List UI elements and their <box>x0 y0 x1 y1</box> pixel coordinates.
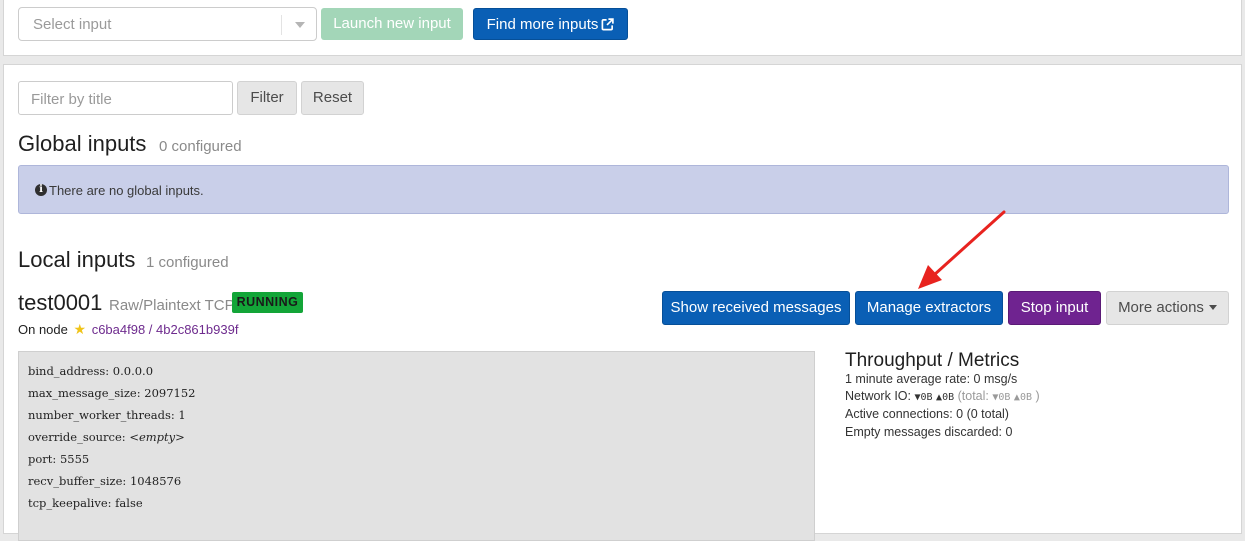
node-info: On node ★ c6ba4f98 / 4b2c861b939f <box>18 321 238 338</box>
find-more-inputs-label: Find more inputs <box>486 16 599 33</box>
config-value: false <box>115 496 143 510</box>
external-link-icon <box>601 11 615 43</box>
config-value: <empty> <box>129 430 185 444</box>
find-more-inputs-button[interactable]: Find more inputs <box>473 8 628 40</box>
network-total-out: 0B <box>1019 392 1032 403</box>
network-in-value: 0B <box>920 392 933 403</box>
config-line: max_message_size: 2097152 <box>28 386 195 400</box>
network-out-value: 0B <box>942 392 955 403</box>
show-received-messages-label: Show received messages <box>670 299 842 316</box>
manage-extractors-label: Manage extractors <box>866 299 992 316</box>
filter-button[interactable]: Filter <box>237 81 297 115</box>
config-line: number_worker_threads: 1 <box>28 408 186 422</box>
config-key: port: <box>28 452 57 466</box>
show-received-messages-button[interactable]: Show received messages <box>662 291 850 325</box>
info-icon: i <box>35 184 47 196</box>
config-key: recv_buffer_size: <box>28 474 127 488</box>
caret-down-icon <box>1208 305 1217 310</box>
input-type-label: Raw/Plaintext TCP <box>109 297 235 314</box>
local-inputs-count: 1 configured <box>146 254 229 271</box>
alert-message: There are no global inputs. <box>49 183 204 198</box>
global-inputs-heading: Global inputs <box>18 131 147 156</box>
input-type-select[interactable]: Select input <box>18 7 317 41</box>
manage-extractors-button[interactable]: Manage extractors <box>855 291 1003 325</box>
average-rate: 1 minute average rate: 0 msg/s <box>845 372 1018 386</box>
config-line: override_source: <empty> <box>28 430 185 444</box>
select-separator <box>281 15 282 35</box>
config-line: bind_address: 0.0.0.0 <box>28 364 153 378</box>
node-prefix: On node <box>18 322 68 337</box>
filter-button-label: Filter <box>250 89 284 106</box>
config-key: tcp_keepalive: <box>28 496 112 510</box>
config-key: bind_address: <box>28 364 110 378</box>
more-actions-dropdown[interactable]: More actions <box>1106 291 1229 325</box>
config-line: tcp_keepalive: false <box>28 496 143 510</box>
network-total-label: (total: <box>957 389 989 403</box>
config-key: number_worker_threads: <box>28 408 175 422</box>
config-key: max_message_size: <box>28 386 141 400</box>
network-total-close: ) <box>1035 389 1040 403</box>
input-title: test0001 <box>18 290 103 315</box>
config-value: 1048576 <box>129 474 182 488</box>
global-inputs-count: 0 configured <box>159 138 242 155</box>
star-icon: ★ <box>73 321 87 337</box>
config-value: 5555 <box>59 452 90 466</box>
config-key: override_source: <box>28 430 126 444</box>
node-link[interactable]: c6ba4f98 / 4b2c861b939f <box>92 322 239 337</box>
network-io-label: Network IO: <box>845 389 911 403</box>
active-connections: Active connections: 0 (0 total) <box>845 407 1009 421</box>
launch-new-input-button[interactable]: Launch new input <box>321 8 463 40</box>
filter-by-title-input[interactable]: Filter by title <box>18 81 233 115</box>
reset-button-label: Reset <box>312 89 353 106</box>
select-placeholder: Select input <box>33 16 112 33</box>
network-total-in: 0B <box>998 392 1011 403</box>
no-global-inputs-alert: i There are no global inputs. <box>18 165 1229 214</box>
config-line: port: 5555 <box>28 452 89 466</box>
empty-messages-discarded: Empty messages discarded: 0 <box>845 425 1013 439</box>
config-line: recv_buffer_size: 1048576 <box>28 474 181 488</box>
status-badge: RUNNING <box>232 292 303 313</box>
launch-new-input-label: Launch new input <box>333 15 451 32</box>
reset-button[interactable]: Reset <box>301 81 364 115</box>
chevron-down-icon[interactable] <box>295 22 305 28</box>
network-io: Network IO: ▼0B ▲0B (total: ▼0B ▲0B ) <box>845 389 1040 403</box>
stop-input-button[interactable]: Stop input <box>1008 291 1101 325</box>
config-value: 0.0.0.0 <box>112 364 154 378</box>
stop-input-label: Stop input <box>1020 299 1089 316</box>
local-inputs-heading: Local inputs <box>18 247 136 272</box>
more-actions-label: More actions <box>1118 299 1204 316</box>
filter-placeholder: Filter by title <box>31 91 112 108</box>
config-value: 2097152 <box>144 386 196 400</box>
metrics-heading: Throughput / Metrics <box>845 350 1020 371</box>
input-configuration: bind_address: 0.0.0.0 max_message_size: … <box>18 351 815 541</box>
config-value: 1 <box>178 408 186 422</box>
